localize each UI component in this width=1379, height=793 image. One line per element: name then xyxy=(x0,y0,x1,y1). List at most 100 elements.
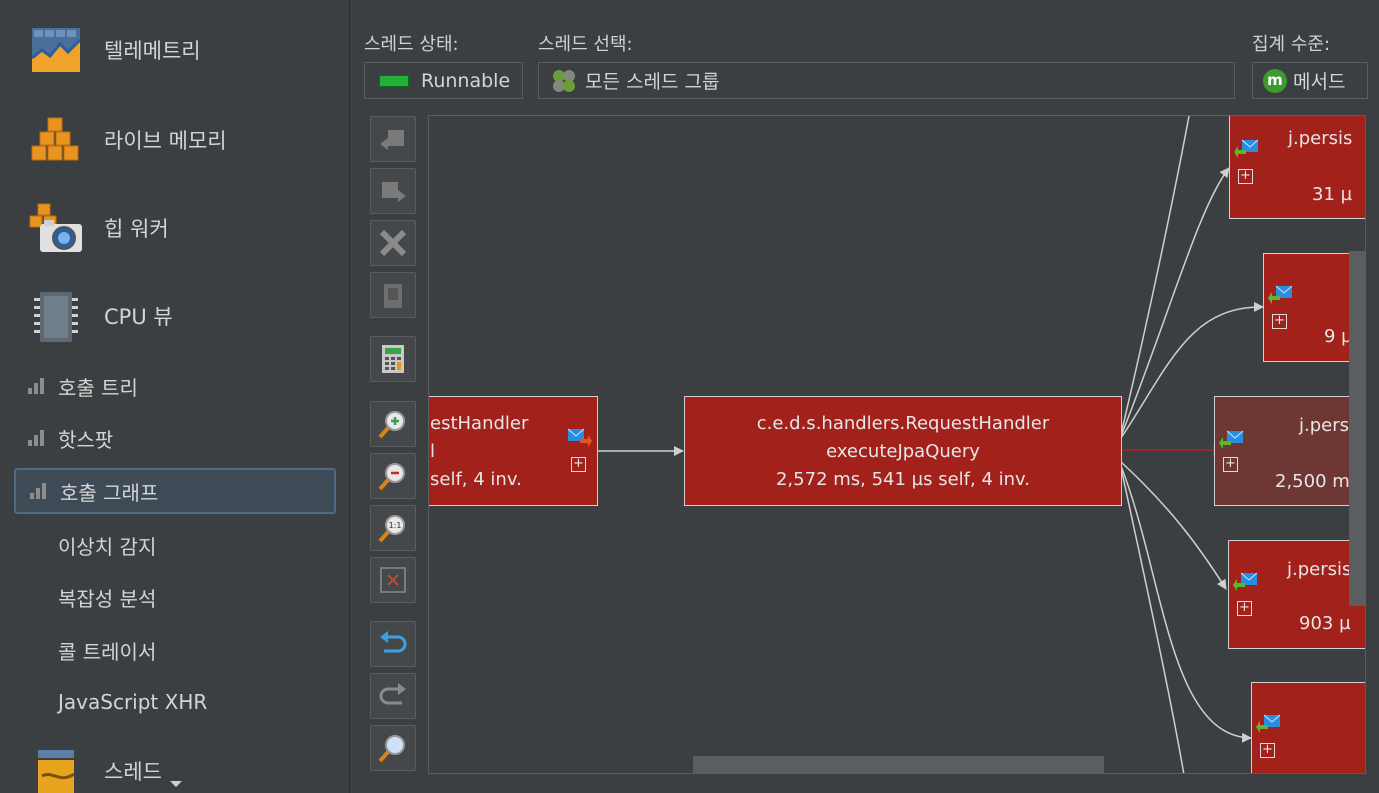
method-icon: m xyxy=(1263,68,1287,93)
redo-icon xyxy=(379,683,406,705)
incoming-calls-icon[interactable] xyxy=(1256,713,1280,735)
graph-node-callee-1[interactable]: j.persis 31 µ + xyxy=(1229,116,1365,219)
graph-node-callee-5[interactable]: + xyxy=(1251,682,1365,773)
expand-node-button[interactable]: + xyxy=(1223,457,1238,472)
redo-button[interactable] xyxy=(370,673,416,719)
sidebar-item-threads[interactable]: 스레드 xyxy=(28,740,162,793)
vertical-scrollbar[interactable] xyxy=(1349,251,1365,606)
find-button[interactable] xyxy=(370,725,416,771)
incoming-calls-icon[interactable] xyxy=(1268,284,1292,306)
thread-state-value: Runnable xyxy=(421,69,511,92)
aggregation-dropdown[interactable]: m 메서드 xyxy=(1252,62,1368,99)
outgoing-calls-icon[interactable] xyxy=(568,427,592,449)
telemetry-icon xyxy=(28,22,84,78)
sidebar: 텔레메트리 라이브 메모리 힙 워커 CPU 뷰 호출 트리 핫스팟 호출 그래… xyxy=(0,0,350,793)
bar-chart-icon xyxy=(28,430,46,446)
incoming-calls-icon[interactable] xyxy=(1234,138,1258,160)
scroll-down-icon[interactable] xyxy=(170,781,182,787)
delete-icon xyxy=(379,229,407,257)
node-timing-text: self, 4 inv. xyxy=(430,469,522,490)
edge-center-offscreen-bottom xyxy=(1120,467,1185,773)
find-icon xyxy=(378,735,405,763)
edge-center-offscreen-top xyxy=(1120,116,1190,435)
graph-node-callee-3[interactable]: j.pers 2,500 m + xyxy=(1214,396,1365,506)
live-memory-icon xyxy=(28,112,84,168)
edge-center-to-node-4 xyxy=(1120,461,1227,590)
zoom-in-button[interactable] xyxy=(370,401,416,447)
incoming-calls-icon[interactable] xyxy=(1233,571,1257,593)
zoom-out-button[interactable] xyxy=(370,453,416,499)
node-timing-text: 31 µ xyxy=(1312,184,1353,205)
heap-walker-icon xyxy=(28,200,84,256)
sidebar-item-call-tree[interactable]: 호출 트리 xyxy=(14,363,336,409)
sidebar-item-outlier-detection[interactable]: 이상치 감지 xyxy=(58,531,156,560)
delete-button[interactable] xyxy=(370,220,416,266)
graph-node-execute-jpa-query[interactable]: c.e.d.s.handlers.RequestHandler executeJ… xyxy=(684,396,1122,506)
calculator-button[interactable] xyxy=(370,336,416,382)
expand-node-button[interactable]: + xyxy=(1238,169,1253,184)
thread-select-label: 스레드 선택: xyxy=(538,34,633,55)
runnable-state-icon xyxy=(379,74,409,87)
node-class-text: j.persis xyxy=(1287,559,1352,580)
node-class-text: estHandler xyxy=(430,413,529,434)
incoming-calls-icon[interactable] xyxy=(1219,429,1243,451)
sidebar-item-call-tracer[interactable]: 콜 트레이서 xyxy=(58,636,156,665)
sidebar-item-cpu-views[interactable]: CPU 뷰 xyxy=(28,286,173,346)
bar-chart-icon xyxy=(30,483,48,499)
trash-button[interactable] xyxy=(370,272,416,318)
threads-icon xyxy=(28,746,84,793)
sidebar-item-complexity-analysis[interactable]: 복잡성 분석 xyxy=(58,583,156,612)
thread-state-dropdown[interactable]: Runnable xyxy=(364,62,523,99)
cpu-icon xyxy=(28,288,84,344)
aggregation-label: 집계 수준: xyxy=(1252,34,1331,55)
sidebar-item-label: 호출 그래프 xyxy=(60,480,159,505)
forward-icon xyxy=(382,182,406,202)
thread-group-icon xyxy=(551,68,577,94)
expand-node-button[interactable]: + xyxy=(571,457,586,472)
fit-icon xyxy=(380,567,406,593)
expand-node-button[interactable]: + xyxy=(1237,601,1252,616)
node-timing-text: 2,500 m xyxy=(1275,471,1350,492)
forward-button[interactable] xyxy=(370,168,416,214)
sidebar-item-call-graph[interactable]: 호출 그래프 xyxy=(14,468,336,514)
graph-node-callee-4[interactable]: j.persis 903 µ + xyxy=(1228,540,1365,649)
thread-select-value: 모든 스레드 그룹 xyxy=(585,71,720,93)
node-method-text: executeJpaQuery xyxy=(826,441,980,462)
sidebar-item-label: 스레드 xyxy=(104,760,162,784)
call-graph-window: 텔레메트리 라이브 메모리 힙 워커 CPU 뷰 호출 트리 핫스팟 호출 그래… xyxy=(0,0,1379,793)
horizontal-scrollbar[interactable] xyxy=(693,756,1104,773)
sidebar-item-label: 힙 워커 xyxy=(104,217,169,241)
calculator-icon xyxy=(382,345,404,373)
zoom-in-icon xyxy=(378,411,405,439)
sidebar-item-live-memory[interactable]: 라이브 메모리 xyxy=(28,110,227,170)
svg-text:1:1: 1:1 xyxy=(389,521,402,530)
thread-state-label: 스레드 상태: xyxy=(364,34,459,55)
sidebar-item-label: 라이브 메모리 xyxy=(104,129,227,153)
undo-icon xyxy=(380,631,407,653)
sidebar-item-heap-walker[interactable]: 힙 워커 xyxy=(28,198,169,258)
zoom-out-icon xyxy=(378,463,405,491)
sidebar-item-label: 호출 트리 xyxy=(58,375,138,400)
node-timing-text: 2,572 ms, 541 µs self, 4 inv. xyxy=(775,469,1031,490)
back-icon xyxy=(380,130,404,150)
sidebar-item-javascript-xhr[interactable]: JavaScript XHR xyxy=(58,690,207,714)
graph-node-request-handler[interactable]: estHandler l self, 4 inv. + xyxy=(429,396,598,506)
call-graph-canvas[interactable]: estHandler l self, 4 inv. + c.e.d.s.hand… xyxy=(428,115,1366,774)
expand-node-button[interactable]: + xyxy=(1272,314,1287,329)
back-button[interactable] xyxy=(370,116,416,162)
zoom-100-icon: 1:1 xyxy=(378,515,405,543)
node-class-text: j.pers xyxy=(1299,415,1350,436)
node-class-text: c.e.d.s.handlers.RequestHandler xyxy=(756,413,1050,434)
trash-icon xyxy=(384,284,402,308)
undo-button[interactable] xyxy=(370,621,416,667)
node-timing-text: 903 µ xyxy=(1299,613,1351,634)
thread-select-dropdown[interactable]: 모든 스레드 그룹 xyxy=(538,62,1235,99)
expand-node-button[interactable]: + xyxy=(1260,743,1275,758)
bar-chart-icon xyxy=(28,378,46,394)
sidebar-item-hotspots[interactable]: 핫스팟 xyxy=(14,415,336,461)
sidebar-item-telemetry[interactable]: 텔레메트리 xyxy=(28,20,201,80)
fit-to-window-button[interactable] xyxy=(370,557,416,603)
zoom-100-button[interactable]: 1:1 xyxy=(370,505,416,551)
node-method-text: l xyxy=(430,441,436,462)
sidebar-item-label: 핫스팟 xyxy=(58,427,114,452)
